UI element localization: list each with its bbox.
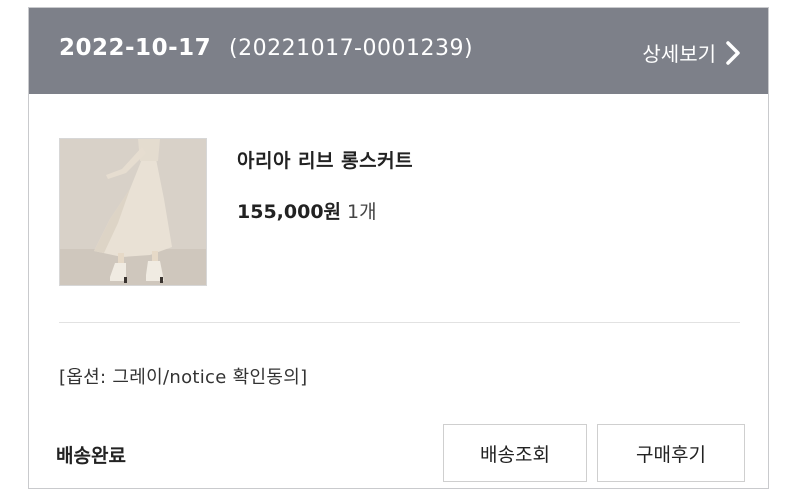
order-header: 2022-10-17 (20221017-0001239) 상세보기	[29, 8, 768, 94]
product-image	[60, 139, 206, 285]
view-details-link[interactable]: 상세보기	[642, 38, 740, 67]
price-row: 155,000원 1개	[237, 197, 377, 224]
product-thumbnail[interactable]	[59, 138, 207, 286]
product-quantity: 1개	[347, 201, 377, 223]
track-delivery-button[interactable]: 배송조회	[443, 424, 587, 482]
order-card: 2022-10-17 (20221017-0001239) 상세보기 아리아 리…	[28, 7, 769, 489]
write-review-button[interactable]: 구매후기	[597, 424, 745, 482]
divider	[59, 322, 740, 323]
view-details-label: 상세보기	[642, 42, 716, 66]
order-date: 2022-10-17	[59, 35, 212, 61]
product-name[interactable]: 아리아 리브 롱스커트	[237, 146, 413, 173]
product-option: [옵션: 그레이/notice 확인동의]	[59, 367, 308, 388]
order-number: (20221017-0001239)	[229, 36, 474, 61]
chevron-right-icon	[726, 40, 740, 65]
product-price: 155,000원	[237, 201, 342, 223]
delivery-status: 배송완료	[56, 445, 126, 467]
